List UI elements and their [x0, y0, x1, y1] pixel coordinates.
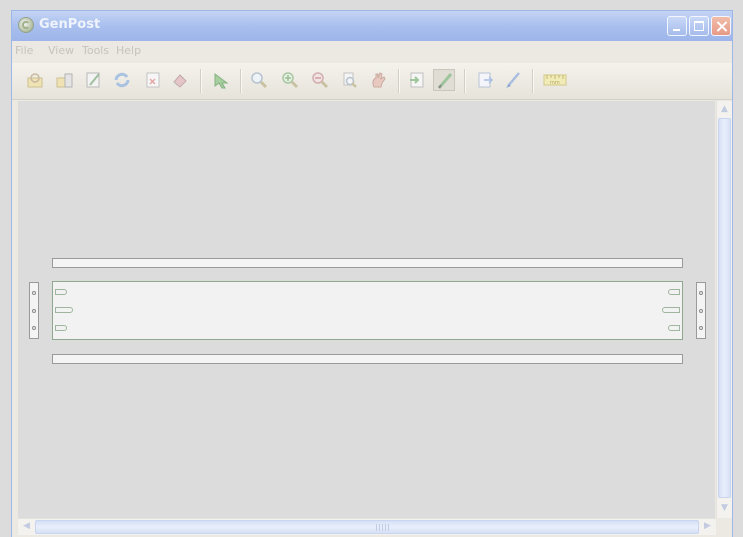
panel-clip: [668, 325, 680, 331]
menu-file[interactable]: File: [15, 44, 33, 57]
ruler-mm-icon[interactable]: mm: [541, 69, 567, 91]
front-panel[interactable]: [52, 281, 683, 340]
top-rail[interactable]: [52, 258, 683, 268]
toolbar-separator: [532, 69, 534, 93]
maximize-button[interactable]: [689, 16, 709, 36]
zoom-page-icon[interactable]: [339, 69, 361, 91]
menu-tools[interactable]: Tools: [82, 44, 109, 57]
toolbar-separator: [398, 69, 400, 93]
panel-clip: [55, 325, 67, 331]
scroll-corner: [716, 518, 732, 535]
toolbar-separator: [200, 69, 202, 93]
mount-hole: [699, 309, 703, 313]
export-page-icon[interactable]: [474, 69, 496, 91]
minimize-button[interactable]: [667, 16, 687, 36]
scroll-left-icon[interactable]: ◀: [19, 519, 34, 534]
panel-clip: [668, 289, 680, 295]
menu-bar: File View Tools Help: [12, 41, 732, 61]
app-logo-icon: [18, 17, 34, 33]
open-template-icon[interactable]: [54, 69, 76, 91]
pan-hand-icon[interactable]: [368, 69, 390, 91]
window-title: GenPost: [39, 17, 101, 32]
mount-hole: [32, 309, 36, 313]
panel-clip: [55, 307, 73, 313]
scroll-right-icon[interactable]: ▶: [700, 519, 715, 534]
zoom-out-icon[interactable]: [309, 69, 331, 91]
edit-properties-icon[interactable]: [83, 69, 105, 91]
delete-page-icon[interactable]: [142, 69, 164, 91]
horizontal-scroll-thumb[interactable]: [35, 520, 699, 534]
mount-hole: [32, 326, 36, 330]
pen-draw-icon[interactable]: [433, 69, 455, 91]
grip-icon: [376, 524, 390, 531]
ruler-label: mm: [550, 80, 560, 86]
brush-icon[interactable]: [502, 69, 524, 91]
refresh-icon[interactable]: [111, 69, 133, 91]
vertical-scrollbar[interactable]: ▲ ▼: [716, 101, 732, 518]
menu-help[interactable]: Help: [116, 44, 141, 57]
select-arrow-icon[interactable]: [210, 69, 232, 91]
menu-view[interactable]: View: [48, 44, 74, 57]
import-icon[interactable]: [406, 69, 428, 91]
horizontal-scrollbar[interactable]: ◀ ▶: [18, 518, 716, 535]
right-mounting-ear[interactable]: [696, 282, 706, 339]
zoom-icon[interactable]: [248, 69, 270, 91]
panel-clip: [662, 307, 680, 313]
bottom-rail[interactable]: [52, 354, 683, 364]
eraser-icon[interactable]: [169, 69, 191, 91]
mount-hole: [32, 291, 36, 295]
close-button[interactable]: [711, 16, 731, 36]
left-mounting-ear[interactable]: [29, 282, 39, 339]
vertical-scroll-thumb[interactable]: [718, 118, 731, 498]
toolbar: mm: [12, 63, 732, 100]
panel-clip: [55, 289, 67, 295]
zoom-in-icon[interactable]: [279, 69, 301, 91]
open-project-icon[interactable]: [24, 69, 46, 91]
scroll-down-icon[interactable]: ▼: [717, 501, 732, 516]
mount-hole: [699, 326, 703, 330]
toolbar-separator: [464, 69, 466, 93]
scroll-up-icon[interactable]: ▲: [717, 102, 732, 117]
title-bar[interactable]: GenPost: [12, 11, 732, 41]
mount-hole: [699, 291, 703, 295]
toolbar-separator: [240, 69, 242, 93]
